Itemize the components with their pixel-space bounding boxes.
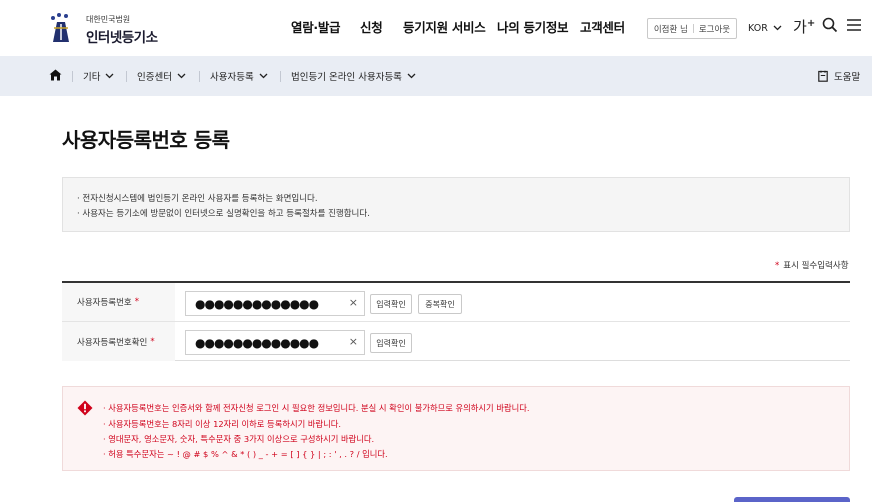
warning-line: · 사용자등록번호는 인증서와 함께 전자신청 로그인 시 필요한 정보입니다.…	[103, 403, 530, 413]
breadcrumb-label: 기타	[83, 72, 101, 83]
nav-my-registry-info[interactable]: 나의 등기정보	[497, 17, 569, 36]
warning-line: · 사용자등록번호는 8자리 이상 12자리 이하로 등록하시기 바랍니다.	[103, 419, 342, 429]
clear-input-button[interactable]: ×	[349, 335, 358, 348]
nav-view-issue[interactable]: 열람·발급	[291, 17, 341, 36]
masked-value: ●●●●●●●●●●●●●	[195, 336, 319, 350]
field-label: 사용자등록번호확인 *	[62, 322, 175, 361]
masked-value: ●●●●●●●●●●●●●	[195, 297, 319, 311]
language-select[interactable]: KOR	[748, 23, 782, 34]
breadcrumb: 기타 인증센터 사용자등록 법인등기 온라인 사용자등록 도움말	[0, 56, 872, 96]
input-check-button[interactable]: 입력확인	[370, 294, 412, 314]
breadcrumb-label: 법인등기 온라인 사용자등록	[291, 72, 402, 83]
required-note: * 표시 필수입력사항	[775, 259, 849, 271]
chevron-down-icon	[407, 73, 416, 79]
font-size-button[interactable]: 가+	[793, 16, 815, 37]
form-row-registration-number-confirm: 사용자등록번호확인 * ●●●●●●●●●●●●● × 입력확인	[62, 322, 850, 361]
info-line: · 전자신청시스템에 법인등기 온라인 사용자를 등록하는 화면입니다.	[77, 194, 318, 204]
breadcrumb-label: 사용자등록	[210, 72, 254, 83]
site-header: 대한민국법원 인터넷등기소 열람·발급 신청 등기지원 서비스 나의 등기정보 …	[0, 0, 872, 56]
field-label-text: 사용자등록번호확인	[77, 337, 148, 348]
chevron-down-icon	[259, 73, 268, 79]
language-value: KOR	[748, 23, 768, 34]
help-label: 도움말	[834, 72, 861, 83]
registration-form: 사용자등록번호 * ●●●●●●●●●●●●● × 입력확인 중복확인 사용자등록…	[62, 281, 850, 361]
breadcrumb-item-user-registration[interactable]: 사용자등록	[210, 69, 268, 83]
font-size-label: 가	[793, 18, 807, 36]
logout-button[interactable]: 로그아웃	[699, 23, 730, 35]
site-logo[interactable]: 대한민국법원 인터넷등기소	[48, 10, 158, 46]
breadcrumb-label: 인증센터	[137, 72, 172, 83]
required-star: *	[775, 261, 780, 271]
logo-subtitle: 대한민국법원	[86, 15, 131, 24]
divider	[126, 71, 127, 82]
font-size-plus: +	[806, 18, 816, 29]
help-doc-icon	[818, 70, 828, 82]
warning-line: · 영대문자, 영소문자, 숫자, 특수문자 중 3가지 이상으로 구성하시기 …	[103, 434, 375, 444]
chevron-down-icon	[177, 73, 186, 79]
nav-registry-support[interactable]: 등기지원 서비스	[403, 17, 486, 36]
user-name: 이점환 님	[653, 24, 688, 35]
home-icon[interactable]	[49, 69, 62, 81]
submit-button[interactable]	[734, 497, 850, 502]
input-check-button[interactable]: 입력확인	[370, 333, 412, 353]
user-box: 이점환 님 로그아웃	[647, 18, 737, 39]
info-box: · 전자신청시스템에 법인등기 온라인 사용자를 등록하는 화면입니다. · 사…	[62, 177, 850, 232]
court-emblem-icon	[51, 13, 69, 42]
nav-apply[interactable]: 신청	[360, 17, 383, 36]
breadcrumb-item-etc[interactable]: 기타	[83, 69, 114, 83]
page-title: 사용자등록번호 등록	[62, 128, 230, 152]
divider	[692, 24, 694, 33]
required-note-text: 표시 필수입력사항	[783, 261, 849, 271]
chevron-down-icon	[106, 73, 114, 79]
divider	[199, 71, 200, 82]
warning-line: · 허용 특수문자는 ~ ! @ # $ % ^ & * ( ) _ - + =…	[103, 449, 388, 459]
required-star: *	[134, 297, 139, 307]
nav-customer-center[interactable]: 고객센터	[580, 17, 625, 36]
breadcrumb-item-auth-center[interactable]: 인증센터	[137, 69, 186, 83]
search-icon[interactable]	[822, 17, 838, 33]
breadcrumb-item-corporate-online-user[interactable]: 법인등기 온라인 사용자등록	[291, 69, 416, 83]
divider	[280, 71, 281, 82]
registration-number-input[interactable]: ●●●●●●●●●●●●● ×	[185, 291, 365, 316]
menu-icon[interactable]	[846, 17, 862, 33]
help-button[interactable]: 도움말	[818, 69, 860, 83]
duplicate-check-button[interactable]: 중복확인	[418, 294, 462, 314]
divider	[72, 71, 73, 82]
field-label: 사용자등록번호 *	[62, 283, 175, 321]
chevron-down-icon	[773, 25, 782, 31]
warning-icon	[77, 400, 93, 416]
form-row-registration-number: 사용자등록번호 * ●●●●●●●●●●●●● × 입력확인 중복확인	[62, 283, 850, 322]
logo-title: 인터넷등기소	[86, 30, 158, 46]
clear-input-button[interactable]: ×	[349, 296, 358, 309]
warning-box: · 사용자등록번호는 인증서와 함께 전자신청 로그인 시 필요한 정보입니다.…	[62, 386, 850, 471]
required-star: *	[150, 336, 155, 347]
registration-number-confirm-input[interactable]: ●●●●●●●●●●●●● ×	[185, 330, 365, 355]
field-label-text: 사용자등록번호	[77, 298, 132, 308]
info-line: · 사용자는 등기소에 방문없이 인터넷으로 실명확인을 하고 등록절차를 진행…	[77, 209, 370, 219]
